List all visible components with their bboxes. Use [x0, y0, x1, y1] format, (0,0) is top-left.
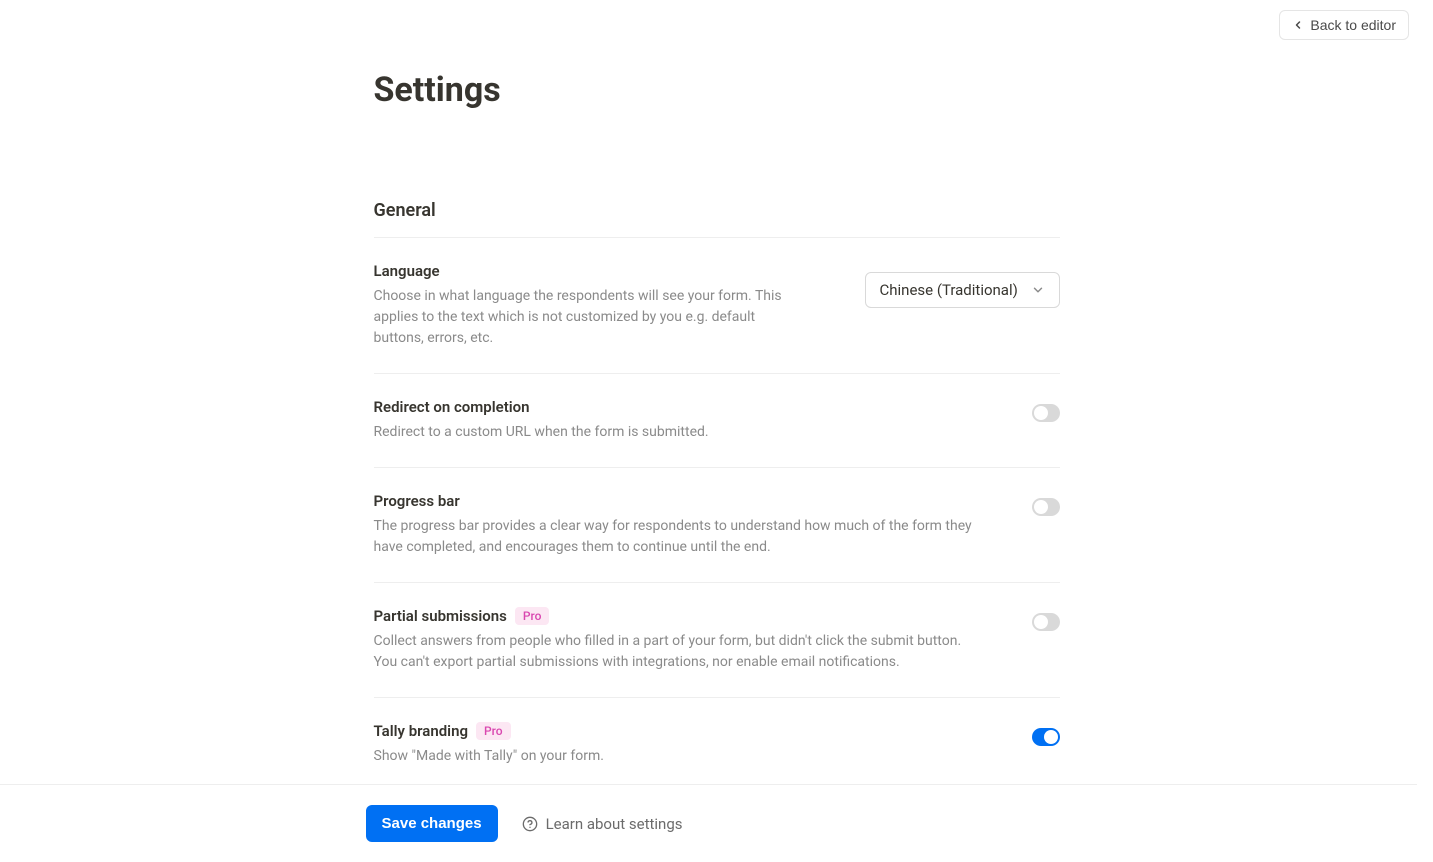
partial-toggle[interactable]: [1032, 613, 1060, 631]
setting-redirect-text: Redirect on completion Redirect to a cus…: [374, 398, 992, 443]
progress-label: Progress bar: [374, 492, 460, 510]
language-label: Language: [374, 262, 440, 280]
progress-desc: The progress bar provides a clear way fo…: [374, 516, 974, 558]
help-circle-icon: [522, 816, 538, 832]
setting-progress: Progress bar The progress bar provides a…: [374, 468, 1060, 583]
save-button[interactable]: Save changes: [366, 805, 498, 842]
setting-partial: Partial submissions Pro Collect answers …: [374, 583, 1060, 698]
setting-language-text: Language Choose in what language the res…: [374, 262, 825, 349]
footer: Save changes Learn about settings: [0, 784, 1417, 862]
partial-label: Partial submissions: [374, 607, 507, 625]
language-desc: Choose in what language the respondents …: [374, 286, 804, 349]
page-title: Settings: [374, 70, 1060, 110]
setting-branding: Tally branding Pro Show "Made with Tally…: [374, 698, 1060, 791]
section-general-title: General: [374, 200, 1060, 221]
chevron-down-icon: [1031, 283, 1045, 297]
pro-badge: Pro: [515, 607, 550, 625]
setting-progress-text: Progress bar The progress bar provides a…: [374, 492, 992, 558]
setting-redirect: Redirect on completion Redirect to a cus…: [374, 374, 1060, 468]
toggle-knob: [1034, 615, 1048, 629]
back-to-editor-button[interactable]: Back to editor: [1279, 10, 1409, 40]
branding-desc: Show "Made with Tally" on your form.: [374, 746, 974, 767]
settings-content: Settings General Language Choose in what…: [374, 0, 1060, 862]
setting-branding-text: Tally branding Pro Show "Made with Tally…: [374, 722, 992, 767]
branding-toggle[interactable]: [1032, 728, 1060, 746]
progress-toggle[interactable]: [1032, 498, 1060, 516]
main-scroll[interactable]: Back to editor Settings General Language…: [0, 0, 1433, 862]
language-select[interactable]: Chinese (Traditional): [865, 272, 1060, 308]
back-to-editor-label: Back to editor: [1310, 17, 1396, 33]
pro-badge: Pro: [476, 722, 511, 740]
toggle-knob: [1034, 500, 1048, 514]
learn-about-settings-link[interactable]: Learn about settings: [522, 815, 683, 833]
redirect-desc: Redirect to a custom URL when the form i…: [374, 422, 974, 443]
toggle-knob: [1034, 406, 1048, 420]
language-selected-value: Chinese (Traditional): [880, 281, 1018, 299]
setting-language: Language Choose in what language the res…: [374, 238, 1060, 374]
partial-desc: Collect answers from people who filled i…: [374, 631, 974, 673]
redirect-toggle[interactable]: [1032, 404, 1060, 422]
redirect-label: Redirect on completion: [374, 398, 530, 416]
toggle-knob: [1044, 730, 1058, 744]
branding-label: Tally branding: [374, 722, 468, 740]
setting-partial-text: Partial submissions Pro Collect answers …: [374, 607, 992, 673]
learn-about-settings-label: Learn about settings: [546, 815, 683, 833]
chevron-left-icon: [1292, 19, 1304, 31]
